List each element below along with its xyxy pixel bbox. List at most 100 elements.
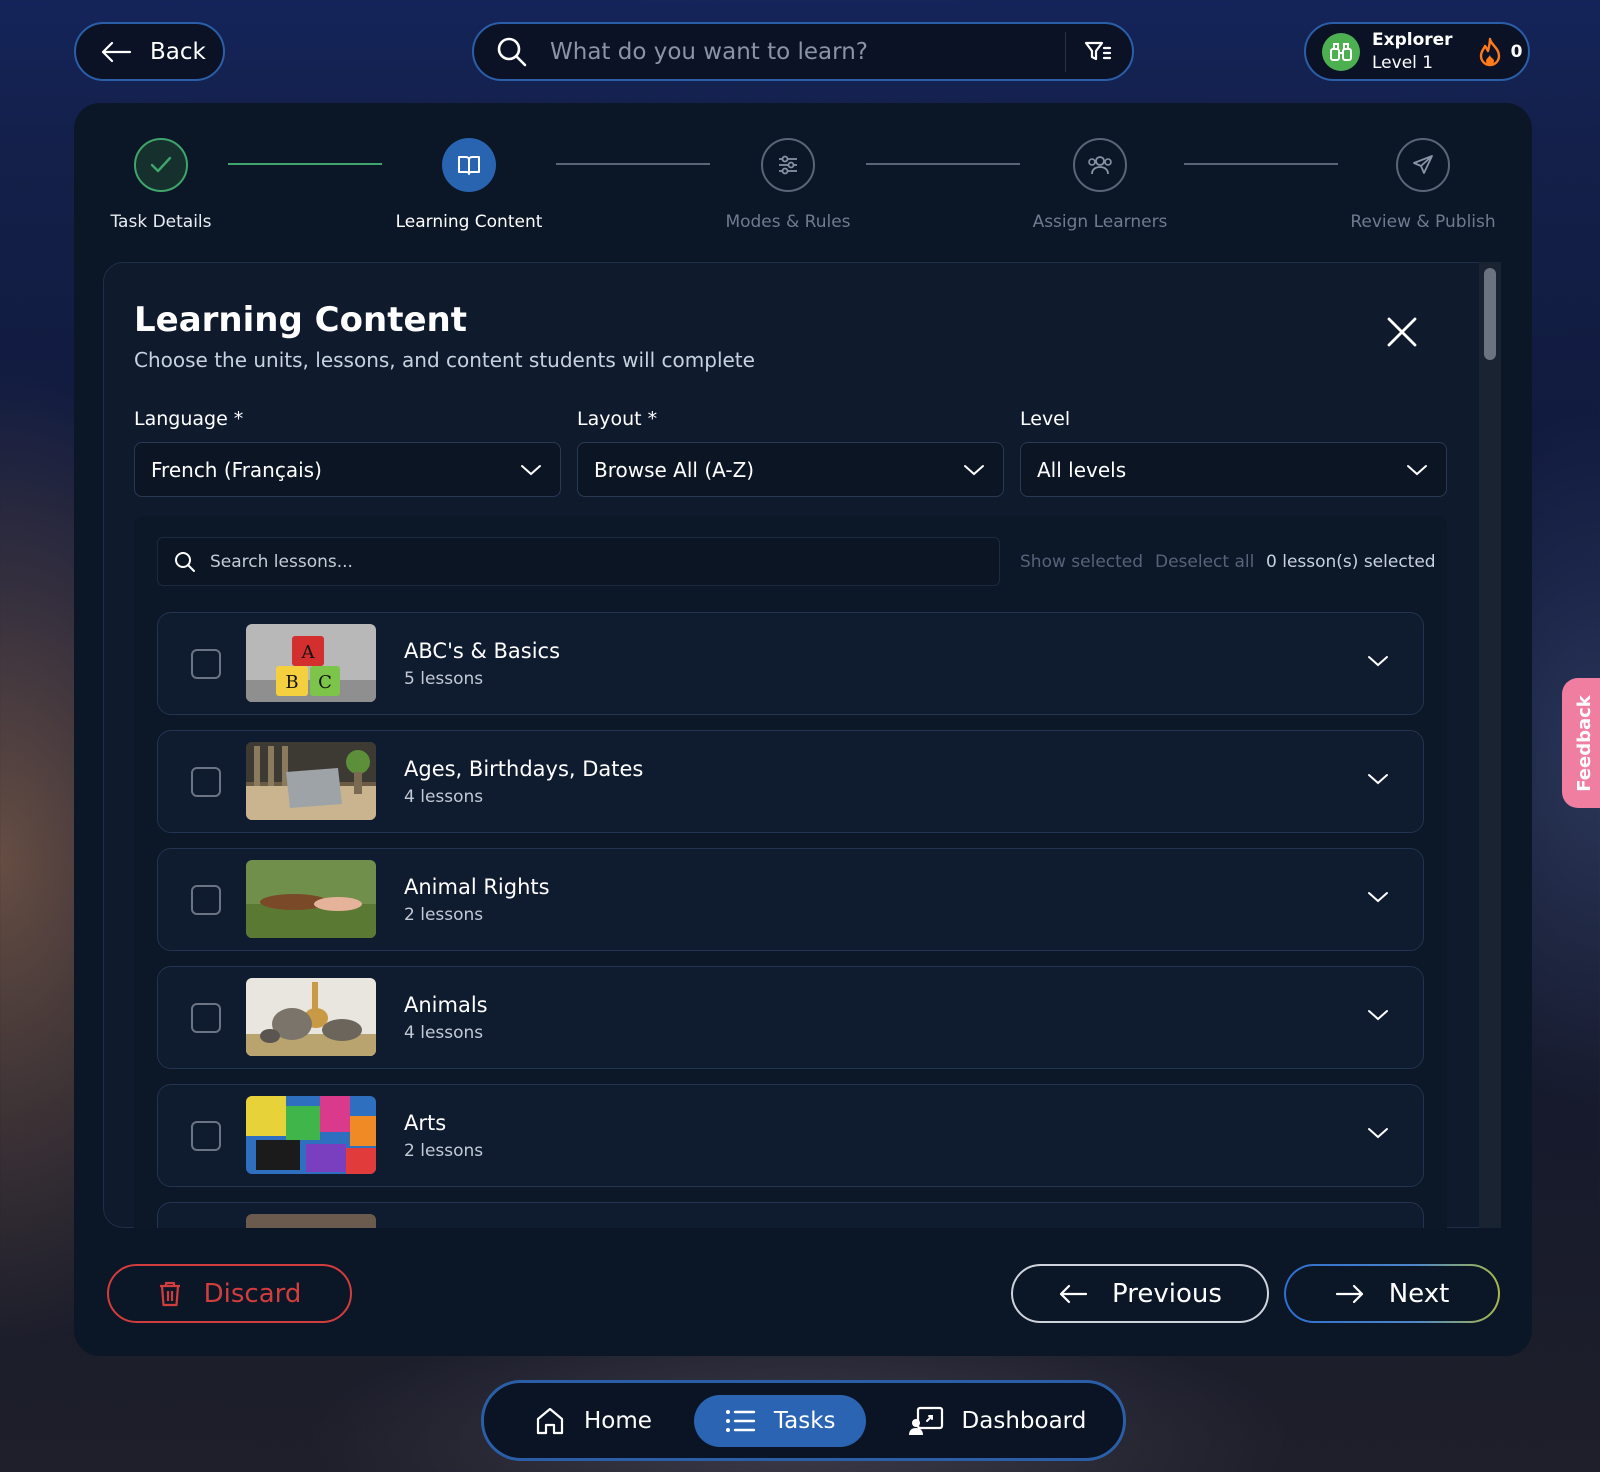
nav-home[interactable]: Home	[534, 1405, 652, 1437]
unit-checkbox[interactable]	[191, 649, 221, 679]
step-connector	[228, 163, 382, 165]
users-icon	[1073, 138, 1127, 192]
lesson-search-placeholder: Search lessons...	[210, 551, 353, 572]
svg-text:C: C	[318, 672, 332, 693]
step-assign-learners[interactable]: Assign Learners	[1024, 138, 1176, 232]
chevron-down-icon[interactable]	[1367, 1008, 1389, 1022]
show-selected-link[interactable]: Show selected	[1020, 552, 1143, 572]
chevron-down-icon	[964, 464, 984, 475]
chevron-down-icon[interactable]	[1367, 890, 1389, 904]
binoculars-icon	[1322, 32, 1360, 71]
unit-row[interactable]: Animal Rights 2 lessons	[157, 848, 1424, 951]
unit-thumbnail	[246, 860, 376, 938]
panel-title: Learning Content	[134, 300, 467, 340]
level-select[interactable]: All levels	[1020, 442, 1447, 497]
arrow-left-icon	[101, 41, 132, 62]
chevron-down-icon	[521, 464, 541, 475]
unit-row[interactable]: ABC ABC's & Basics 5 lessons	[157, 612, 1424, 715]
chevron-down-icon[interactable]	[1367, 1126, 1389, 1140]
discard-button[interactable]: Discard	[107, 1264, 352, 1323]
next-button[interactable]: Next	[1284, 1264, 1500, 1323]
search-divider	[1065, 31, 1066, 72]
unit-lesson-count: 2 lessons	[404, 1141, 484, 1161]
search-icon	[175, 551, 195, 572]
unit-checkbox[interactable]	[191, 1003, 221, 1033]
back-label: Back	[150, 38, 206, 65]
step-modes-rules[interactable]: Modes & Rules	[716, 138, 860, 232]
nav-dashboard[interactable]: Dashboard	[908, 1405, 1087, 1437]
step-connector	[1184, 163, 1338, 165]
selected-count: 0 lesson(s) selected	[1266, 552, 1436, 572]
trash-icon	[159, 1281, 180, 1306]
back-button[interactable]: Back	[74, 22, 225, 81]
unit-lesson-count: 4 lessons	[404, 787, 484, 807]
close-icon[interactable]	[1384, 314, 1420, 350]
unit-lesson-count: 5 lessons	[404, 669, 484, 689]
arrow-right-icon	[1335, 1284, 1363, 1303]
unit-checkbox[interactable]	[191, 885, 221, 915]
unit-thumbnail	[246, 1214, 376, 1228]
step-label: Review & Publish	[1350, 212, 1496, 232]
nav-dashboard-label: Dashboard	[961, 1407, 1087, 1434]
step-review-publish[interactable]: Review & Publish	[1348, 138, 1498, 232]
step-label: Learning Content	[395, 212, 543, 232]
unit-checkbox[interactable]	[191, 767, 221, 797]
feedback-tab[interactable]: Feedback	[1562, 678, 1600, 808]
profile-chip[interactable]: Explorer Level 1 0	[1304, 22, 1530, 81]
chevron-down-icon[interactable]	[1367, 772, 1389, 786]
nav-tasks-label: Tasks	[773, 1407, 836, 1434]
search-input[interactable]: What do you want to learn?	[550, 39, 1065, 65]
arrow-left-icon	[1059, 1284, 1088, 1303]
step-learning-content[interactable]: Learning Content	[388, 138, 550, 232]
unit-row-partial[interactable]	[157, 1202, 1424, 1228]
next-label: Next	[1388, 1278, 1450, 1309]
svg-text:A: A	[301, 642, 316, 663]
lesson-search-input[interactable]: Search lessons...	[157, 537, 1000, 586]
level-label: Level	[1020, 408, 1071, 430]
panel-subtitle: Choose the units, lessons, and content s…	[134, 348, 755, 372]
unit-title: Arts	[404, 1111, 447, 1135]
unit-row[interactable]: Animals 4 lessons	[157, 966, 1424, 1069]
nav-home-label: Home	[584, 1407, 652, 1434]
sliders-icon	[761, 138, 815, 192]
unit-lesson-count: 4 lessons	[404, 1023, 484, 1043]
check-icon	[134, 138, 188, 192]
nav-tasks[interactable]: Tasks	[693, 1394, 866, 1447]
unit-row[interactable]: Ages, Birthdays, Dates 4 lessons	[157, 730, 1424, 833]
home-icon	[536, 1407, 564, 1434]
previous-button[interactable]: Previous	[1011, 1264, 1269, 1323]
layout-value: Browse All (A-Z)	[594, 457, 755, 482]
layout-label: Layout *	[577, 408, 658, 430]
global-search[interactable]: What do you want to learn?	[472, 22, 1134, 81]
scrollbar[interactable]	[1479, 262, 1501, 1228]
send-icon	[1396, 138, 1450, 192]
dashboard-icon	[908, 1406, 943, 1435]
book-icon	[442, 138, 496, 192]
feedback-label: Feedback	[1573, 694, 1595, 792]
language-label: Language *	[134, 408, 244, 430]
previous-label: Previous	[1112, 1278, 1222, 1309]
level-value: All levels	[1037, 457, 1127, 482]
deselect-all-link[interactable]: Deselect all	[1155, 552, 1254, 572]
layout-select[interactable]: Browse All (A-Z)	[577, 442, 1004, 497]
step-label: Task Details	[110, 212, 212, 232]
svg-text:B: B	[285, 672, 298, 693]
profile-title: Explorer	[1372, 29, 1453, 50]
chevron-down-icon[interactable]	[1367, 654, 1389, 668]
search-icon	[497, 37, 527, 66]
unit-lesson-count: 2 lessons	[404, 905, 484, 925]
step-connector	[556, 163, 710, 165]
bottom-nav: Home Tasks Dashboard	[481, 1380, 1126, 1461]
discard-label: Discard	[203, 1278, 302, 1309]
filter-icon[interactable]	[1084, 40, 1112, 64]
scrollbar-thumb[interactable]	[1484, 268, 1496, 360]
flame-icon	[1479, 37, 1500, 66]
step-task-details[interactable]: Task Details	[96, 138, 226, 232]
unit-title: Animals	[404, 993, 488, 1017]
language-select[interactable]: French (Français)	[134, 442, 561, 497]
step-label: Modes & Rules	[725, 212, 851, 232]
unit-checkbox[interactable]	[191, 1121, 221, 1151]
streak-count: 0	[1510, 41, 1523, 62]
unit-title: Ages, Birthdays, Dates	[404, 757, 644, 781]
unit-row[interactable]: Arts 2 lessons	[157, 1084, 1424, 1187]
